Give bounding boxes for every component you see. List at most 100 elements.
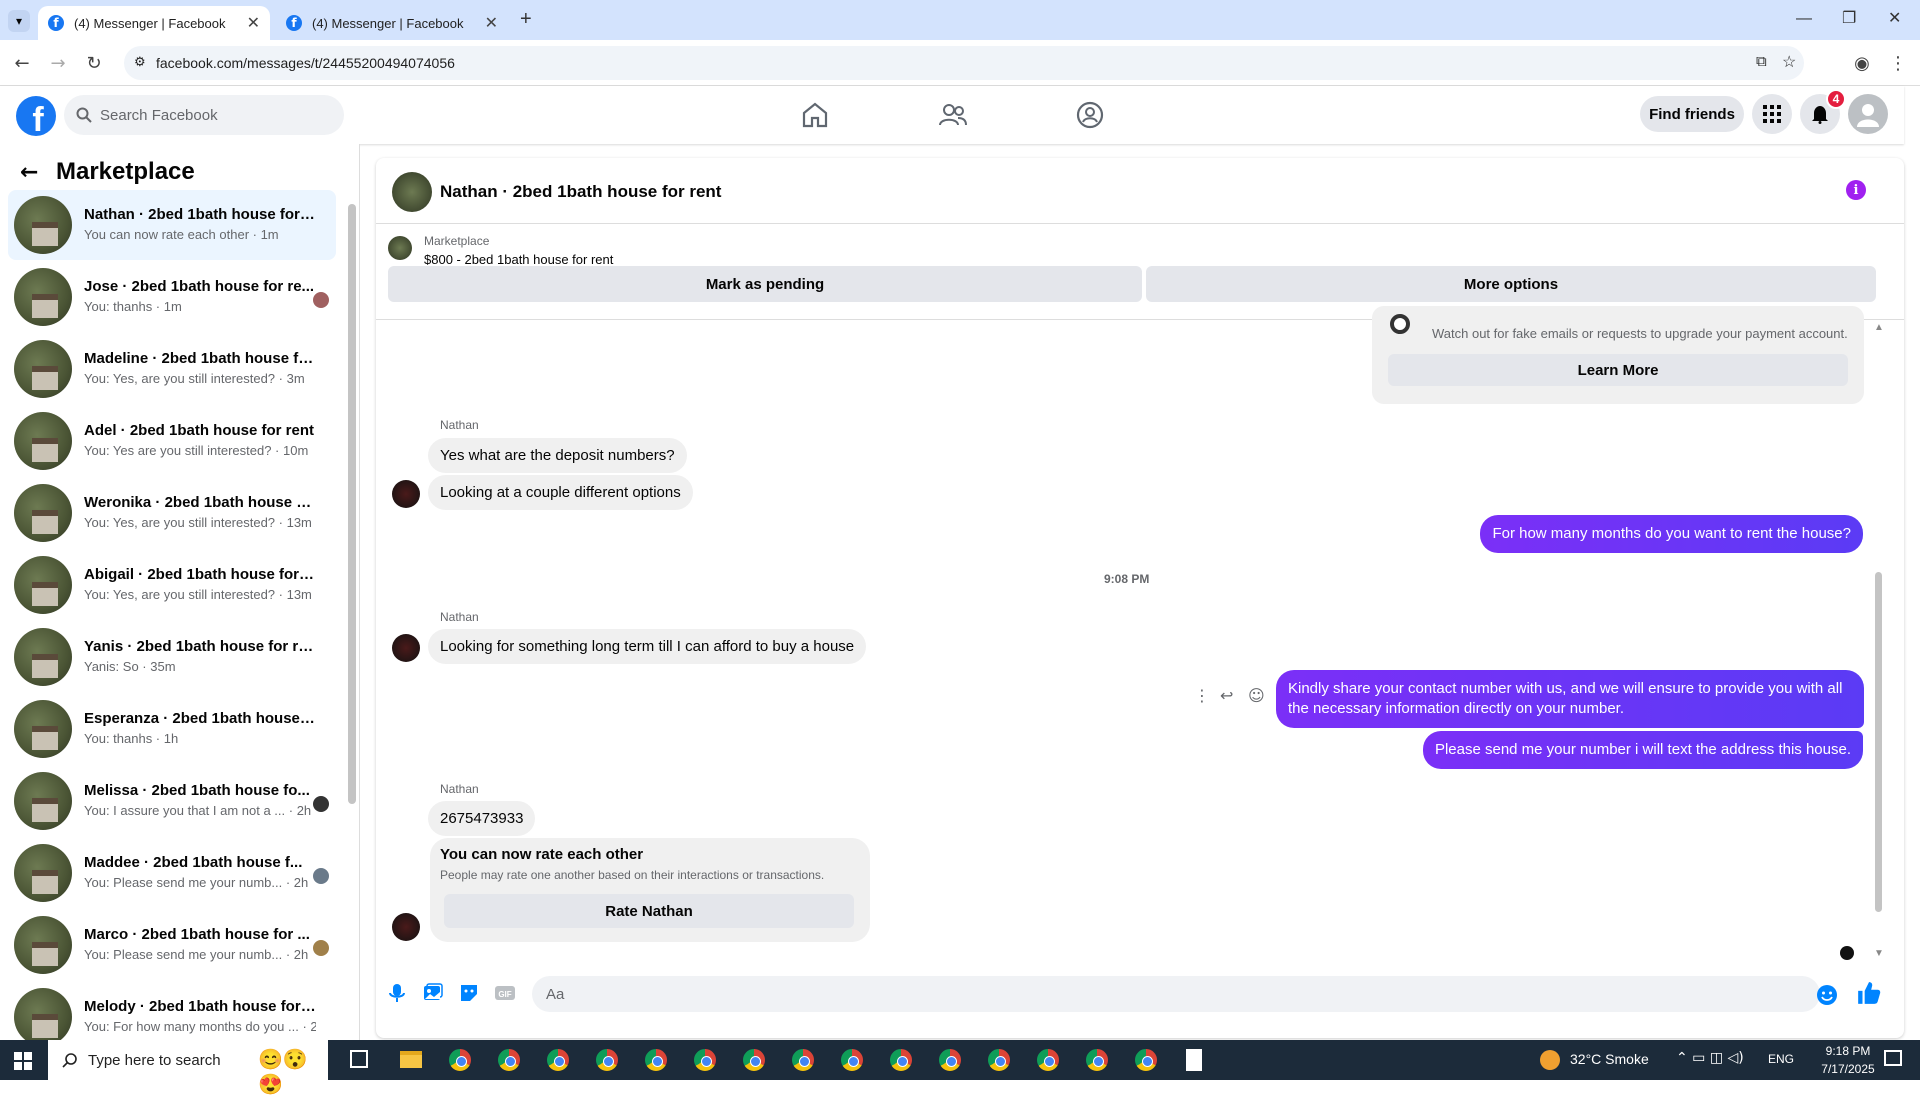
gif-icon[interactable]: GIF [494,982,516,1004]
sticker-icon[interactable] [458,982,480,1004]
back-icon[interactable]: ← [10,51,34,75]
language-indicator[interactable]: ENG [1768,1052,1794,1066]
conversation-item[interactable]: Esperanza · 2bed 1bath house fo... You: t… [8,694,336,764]
sender-name: Nathan [440,782,479,796]
chrome-taskbar-icon[interactable] [889,1048,913,1072]
facebook-logo[interactable]: f [16,96,56,136]
scroll-up-arrow[interactable]: ▲ [1874,322,1884,333]
document-taskbar-icon[interactable] [1186,1049,1202,1071]
chat-title[interactable]: Nathan · 2bed 1bath house for rent [440,182,721,202]
sender-avatar[interactable] [392,913,420,941]
chat-scrollbar[interactable] [1875,572,1882,912]
close-tab-icon[interactable]: ✕ [485,13,498,33]
outgoing-message[interactable]: For how many months do you want to rent … [1480,515,1863,553]
reload-icon[interactable]: ↻ [82,51,106,75]
home-icon[interactable] [800,100,830,130]
chrome-taskbar-icon[interactable] [448,1048,472,1072]
notification-center-icon[interactable] [1884,1050,1902,1066]
back-arrow-icon[interactable]: ← [20,160,38,185]
sender-avatar[interactable] [392,634,420,662]
conversation-item[interactable]: Marco · 2bed 1bath house for ... You: Ple… [8,910,336,980]
chrome-taskbar-icon[interactable] [938,1048,962,1072]
weather-text[interactable]: 32°C Smoke [1570,1051,1649,1091]
sender-avatar[interactable] [392,480,420,508]
incoming-message[interactable]: 2675473933 [428,801,536,836]
conversation-item[interactable]: Melody · 2bed 1bath house for r... You: F… [8,982,336,1040]
conversation-item[interactable]: Madeline · 2bed 1bath house for... You: Y… [8,334,336,404]
browser-tab-2[interactable]: f (4) Messenger | Facebook ✕ [276,6,508,40]
install-app-icon[interactable]: ⧉ [1756,53,1767,70]
chat-avatar[interactable] [392,172,432,212]
conversation-item[interactable]: Melissa · 2bed 1bath house fo... You: I a… [8,766,336,836]
file-explorer-icon[interactable] [400,1051,422,1068]
info-icon[interactable]: i [1846,180,1866,200]
incoming-message[interactable]: Yes what are the deposit numbers? [428,438,687,473]
conversation-item[interactable]: Nathan · 2bed 1bath house for r... You ca… [8,190,336,260]
bookmark-star-icon[interactable]: ☆ [1782,52,1796,72]
chrome-taskbar-icon[interactable] [595,1048,619,1072]
browser-tab-1[interactable]: f (4) Messenger | Facebook ✕ [38,6,270,40]
groups-icon[interactable] [1075,100,1105,130]
close-tab-icon[interactable]: ✕ [247,13,260,33]
chrome-taskbar-icon[interactable] [644,1048,668,1072]
chrome-taskbar-icon[interactable] [1085,1048,1109,1072]
incoming-message[interactable]: Looking at a couple different options [428,475,693,510]
reply-icon[interactable]: ↩ [1220,686,1233,705]
taskbar-search-input[interactable]: Type here to search 😊😯😍 [48,1040,328,1096]
more-actions-icon[interactable]: ⋮ [1194,686,1210,705]
address-bar-row: ← → ↻ ⚙ facebook.com/messages/t/24455200… [0,40,1920,86]
conversation-item[interactable]: Maddee · 2bed 1bath house f... You: Pleas… [8,838,336,908]
windows-start-icon[interactable] [14,1052,32,1070]
chrome-taskbar-icon[interactable] [1134,1048,1158,1072]
friends-icon[interactable] [938,100,968,130]
chrome-taskbar-icon[interactable] [1036,1048,1060,1072]
photo-icon[interactable] [422,982,444,1004]
chrome-taskbar-icon[interactable] [693,1048,717,1072]
minimize-button[interactable]: — [1796,10,1812,28]
browser-menu-icon[interactable]: ⋮ [1886,51,1910,75]
conversation-item[interactable]: Jose · 2bed 1bath house for re... You: th… [8,262,336,332]
listing-price[interactable]: $800 - 2bed 1bath house for rent [424,252,613,267]
react-icon[interactable]: ☺ [1248,686,1265,705]
microphone-icon[interactable] [386,982,408,1004]
url-field[interactable]: ⚙ facebook.com/messages/t/24455200494074… [124,46,1804,80]
chrome-taskbar-icon[interactable] [791,1048,815,1072]
new-tab-button[interactable]: + [520,8,532,31]
learn-more-button[interactable]: Learn More [1388,354,1848,386]
menu-grid-button[interactable] [1752,94,1792,134]
conversation-item[interactable]: Weronika · 2bed 1bath house fo... You: Ye… [8,478,336,548]
close-window-button[interactable]: ✕ [1888,8,1901,28]
conversation-item[interactable]: Yanis · 2bed 1bath house for rent Yanis: … [8,622,336,692]
scroll-down-arrow[interactable]: ▼ [1874,948,1884,959]
more-options-button[interactable]: More options [1146,266,1876,302]
forward-icon[interactable]: → [46,51,70,75]
message-input[interactable]: Aa [532,976,1837,1012]
chrome-taskbar-icon[interactable] [987,1048,1011,1072]
maximize-button[interactable]: ❐ [1842,8,1856,28]
thumbs-up-icon[interactable] [1856,980,1882,1006]
conversation-item[interactable]: Adel · 2bed 1bath house for rent You: Yes… [8,406,336,476]
chrome-taskbar-icon[interactable] [546,1048,570,1072]
conversation-item[interactable]: Abigail · 2bed 1bath house for r... You: … [8,550,336,620]
listing-thumbnail[interactable] [388,236,412,260]
outgoing-message[interactable]: Kindly share your contact number with us… [1276,670,1864,728]
emoji-icon[interactable] [1816,984,1838,1006]
chrome-taskbar-icon[interactable] [742,1048,766,1072]
rate-nathan-button[interactable]: Rate Nathan [444,894,854,928]
site-info-icon[interactable]: ⚙ [134,54,146,70]
sidebar-scrollbar[interactable] [348,204,356,804]
mark-as-pending-button[interactable]: Mark as pending [388,266,1142,302]
chrome-taskbar-icon[interactable] [497,1048,521,1072]
task-view-icon[interactable] [350,1050,368,1068]
incoming-message[interactable]: Looking for something long term till I c… [428,629,867,664]
account-avatar[interactable] [1848,94,1888,134]
clock-date[interactable]: 7/17/2025 [1818,1062,1878,1076]
search-input[interactable]: Search Facebook [64,95,344,135]
chrome-taskbar-icon[interactable] [840,1048,864,1072]
outgoing-message[interactable]: Please send me your number i will text t… [1422,731,1863,769]
profile-icon[interactable]: ◉ [1850,51,1874,75]
clock-time[interactable]: 9:18 PM [1818,1044,1878,1058]
tab-list-button[interactable]: ▾ [8,10,30,32]
find-friends-button[interactable]: Find friends [1640,96,1744,132]
tray-icons[interactable]: ⌃ ▭ ◫ ◁) [1676,1050,1744,1066]
